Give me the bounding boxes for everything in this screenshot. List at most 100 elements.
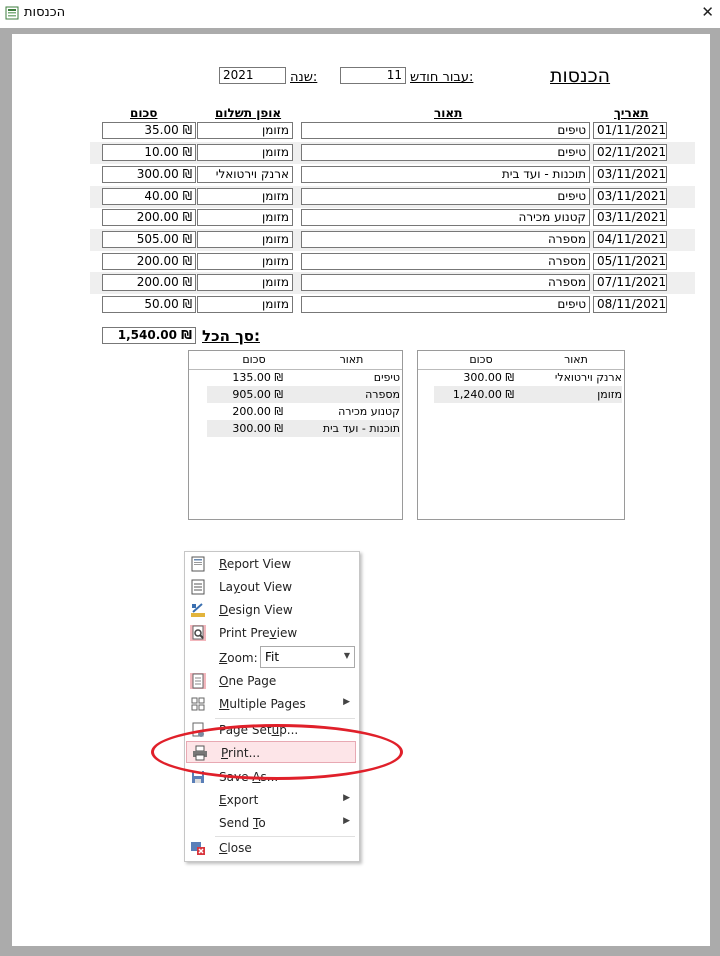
menu-item-layout-view[interactable]: Layout View [185,576,357,598]
summary-row: קטנוע מכירה ₪ 200.00 [207,403,400,420]
window-title: הכנסות [24,5,66,20]
summary-row: מזומן ₪ 1,240.00 [434,386,622,403]
date-cell[interactable]: 01/11/2021 [593,122,667,139]
date-cell[interactable]: 02/11/2021 [593,144,667,161]
menu-item-one-page[interactable]: One Page [185,670,357,692]
menu-item-report-view[interactable]: Report View [185,553,357,575]
total-label: סך הכל: [202,327,260,345]
menu-item-print-preview[interactable]: Print Preview [185,622,357,644]
report-title: הכנסות [550,65,611,87]
date-cell[interactable]: 03/11/2021 [593,166,667,183]
amount-cell[interactable]: ₪ 200.00 [102,253,196,270]
payment-cell[interactable]: מזומן [197,274,293,291]
close-window-icon[interactable]: ✕ [701,3,714,21]
date-cell[interactable]: 08/11/2021 [593,296,667,313]
col-header-description: תאור [434,106,463,120]
one-page-icon [190,673,206,689]
description-cell[interactable]: מספרה [301,231,590,248]
col-header-payment: אופן תשלום [215,106,282,120]
amount-cell[interactable]: ₪ 505.00 [102,231,196,248]
amount-cell[interactable]: ₪ 50.00 [102,296,196,313]
description-cell[interactable]: מספרה [301,274,590,291]
menu-item-export[interactable]: Export ▶ [185,789,357,811]
zoom-select[interactable]: Fit ▼ [260,646,355,668]
submenu-arrow-icon: ▶ [343,816,350,826]
date-cell[interactable]: 03/11/2021 [593,209,667,226]
payment-cell[interactable]: מזומן [197,144,293,161]
description-cell[interactable]: טיפים [301,144,590,161]
year-field[interactable]: 2021 [219,67,286,84]
description-cell[interactable]: תוכנות - ועד בית [301,166,590,183]
payment-cell[interactable]: מזומן [197,253,293,270]
summary-col-description: תאור [339,353,364,366]
payment-cell[interactable]: מזומן [197,209,293,226]
month-field[interactable]: 11 [340,67,406,84]
context-menu: Report View Layout View Design View Prin… [184,551,360,862]
col-header-amount: סכום [130,106,158,120]
description-cell[interactable]: טיפים [301,188,590,205]
menu-item-design-view[interactable]: Design View [185,599,357,621]
chevron-down-icon: ▼ [343,651,350,660]
summary-description: מזומן [597,388,622,401]
summary-row: טיפים ₪ 135.00 [207,369,400,386]
total-amount-field[interactable]: ₪ 1,540.00 [102,327,196,344]
zoom-value: Fit [265,650,280,664]
summary-row: ארנק וירטואלי ₪ 300.00 [434,369,622,386]
description-summary-subreport: תאור סכום טיפים ₪ 135.00 מספרה ₪ 905.00 … [188,350,403,520]
report-view-icon [191,556,205,572]
amount-cell[interactable]: ₪ 40.00 [102,188,196,205]
date-cell[interactable]: 05/11/2021 [593,253,667,270]
amount-cell[interactable]: ₪ 300.00 [102,166,196,183]
description-cell[interactable]: קטנוע מכירה [301,209,590,226]
menu-item-send-to[interactable]: Send To ▶ [185,812,357,834]
amount-cell[interactable]: ₪ 200.00 [102,209,196,226]
menu-item-close[interactable]: Close [185,837,357,859]
summary-amount: ₪ 300.00 [232,422,283,435]
date-cell[interactable]: 03/11/2021 [593,188,667,205]
summary-description: קטנוע מכירה [338,405,400,418]
save-as-icon [192,771,204,783]
summary-amount: ₪ 1,240.00 [452,388,514,401]
year-label: שנה: [290,70,318,85]
menu-item-save-as[interactable]: Save As... [185,766,357,788]
menu-item-page-setup[interactable]: Page Setup... [185,719,357,741]
menu-item-print[interactable]: Print... [186,741,356,763]
page-setup-icon [192,722,204,737]
amount-cell[interactable]: ₪ 200.00 [102,274,196,291]
summary-description: מספרה [365,388,400,401]
col-header-date: תאריך [614,106,649,120]
payment-cell[interactable]: ארנק וירטואלי [197,166,293,183]
date-cell[interactable]: 04/11/2021 [593,231,667,248]
summary-row: תוכנות - ועד בית ₪ 300.00 [207,420,400,437]
printer-icon [193,745,207,761]
window-titlebar: הכנסות ✕ [0,0,720,28]
date-cell[interactable]: 07/11/2021 [593,274,667,291]
summary-description: ארנק וירטואלי [554,371,622,384]
summary-col-amount: סכום [469,353,493,366]
submenu-arrow-icon: ▶ [343,697,350,707]
print-preview-icon [190,625,206,641]
design-view-icon [191,603,205,617]
payment-cell[interactable]: מזומן [197,122,293,139]
access-report-icon [5,6,19,20]
summary-amount: ₪ 300.00 [463,371,514,384]
description-cell[interactable]: טיפים [301,122,590,139]
summary-amount: ₪ 135.00 [232,371,283,384]
payment-cell[interactable]: מזומן [197,188,293,205]
layout-view-icon [191,579,205,595]
amount-cell[interactable]: ₪ 10.00 [102,144,196,161]
payment-summary-subreport: תאור סכום ארנק וירטואלי ₪ 300.00 מזומן ₪… [417,350,625,520]
close-report-icon [191,842,205,855]
summary-col-amount: סכום [242,353,266,366]
summary-header-row: תאור סכום [418,351,624,370]
amount-cell[interactable]: ₪ 35.00 [102,122,196,139]
description-cell[interactable]: מספרה [301,253,590,270]
summary-description: תוכנות - ועד בית [322,422,400,435]
submenu-arrow-icon: ▶ [343,793,350,803]
description-cell[interactable]: טיפים [301,296,590,313]
month-label: עבור חודש: [410,70,474,85]
menu-item-multiple-pages[interactable]: Multiple Pages ▶ [185,693,357,715]
summary-header-row: תאור סכום [189,351,402,370]
payment-cell[interactable]: מזומן [197,231,293,248]
payment-cell[interactable]: מזומן [197,296,293,313]
